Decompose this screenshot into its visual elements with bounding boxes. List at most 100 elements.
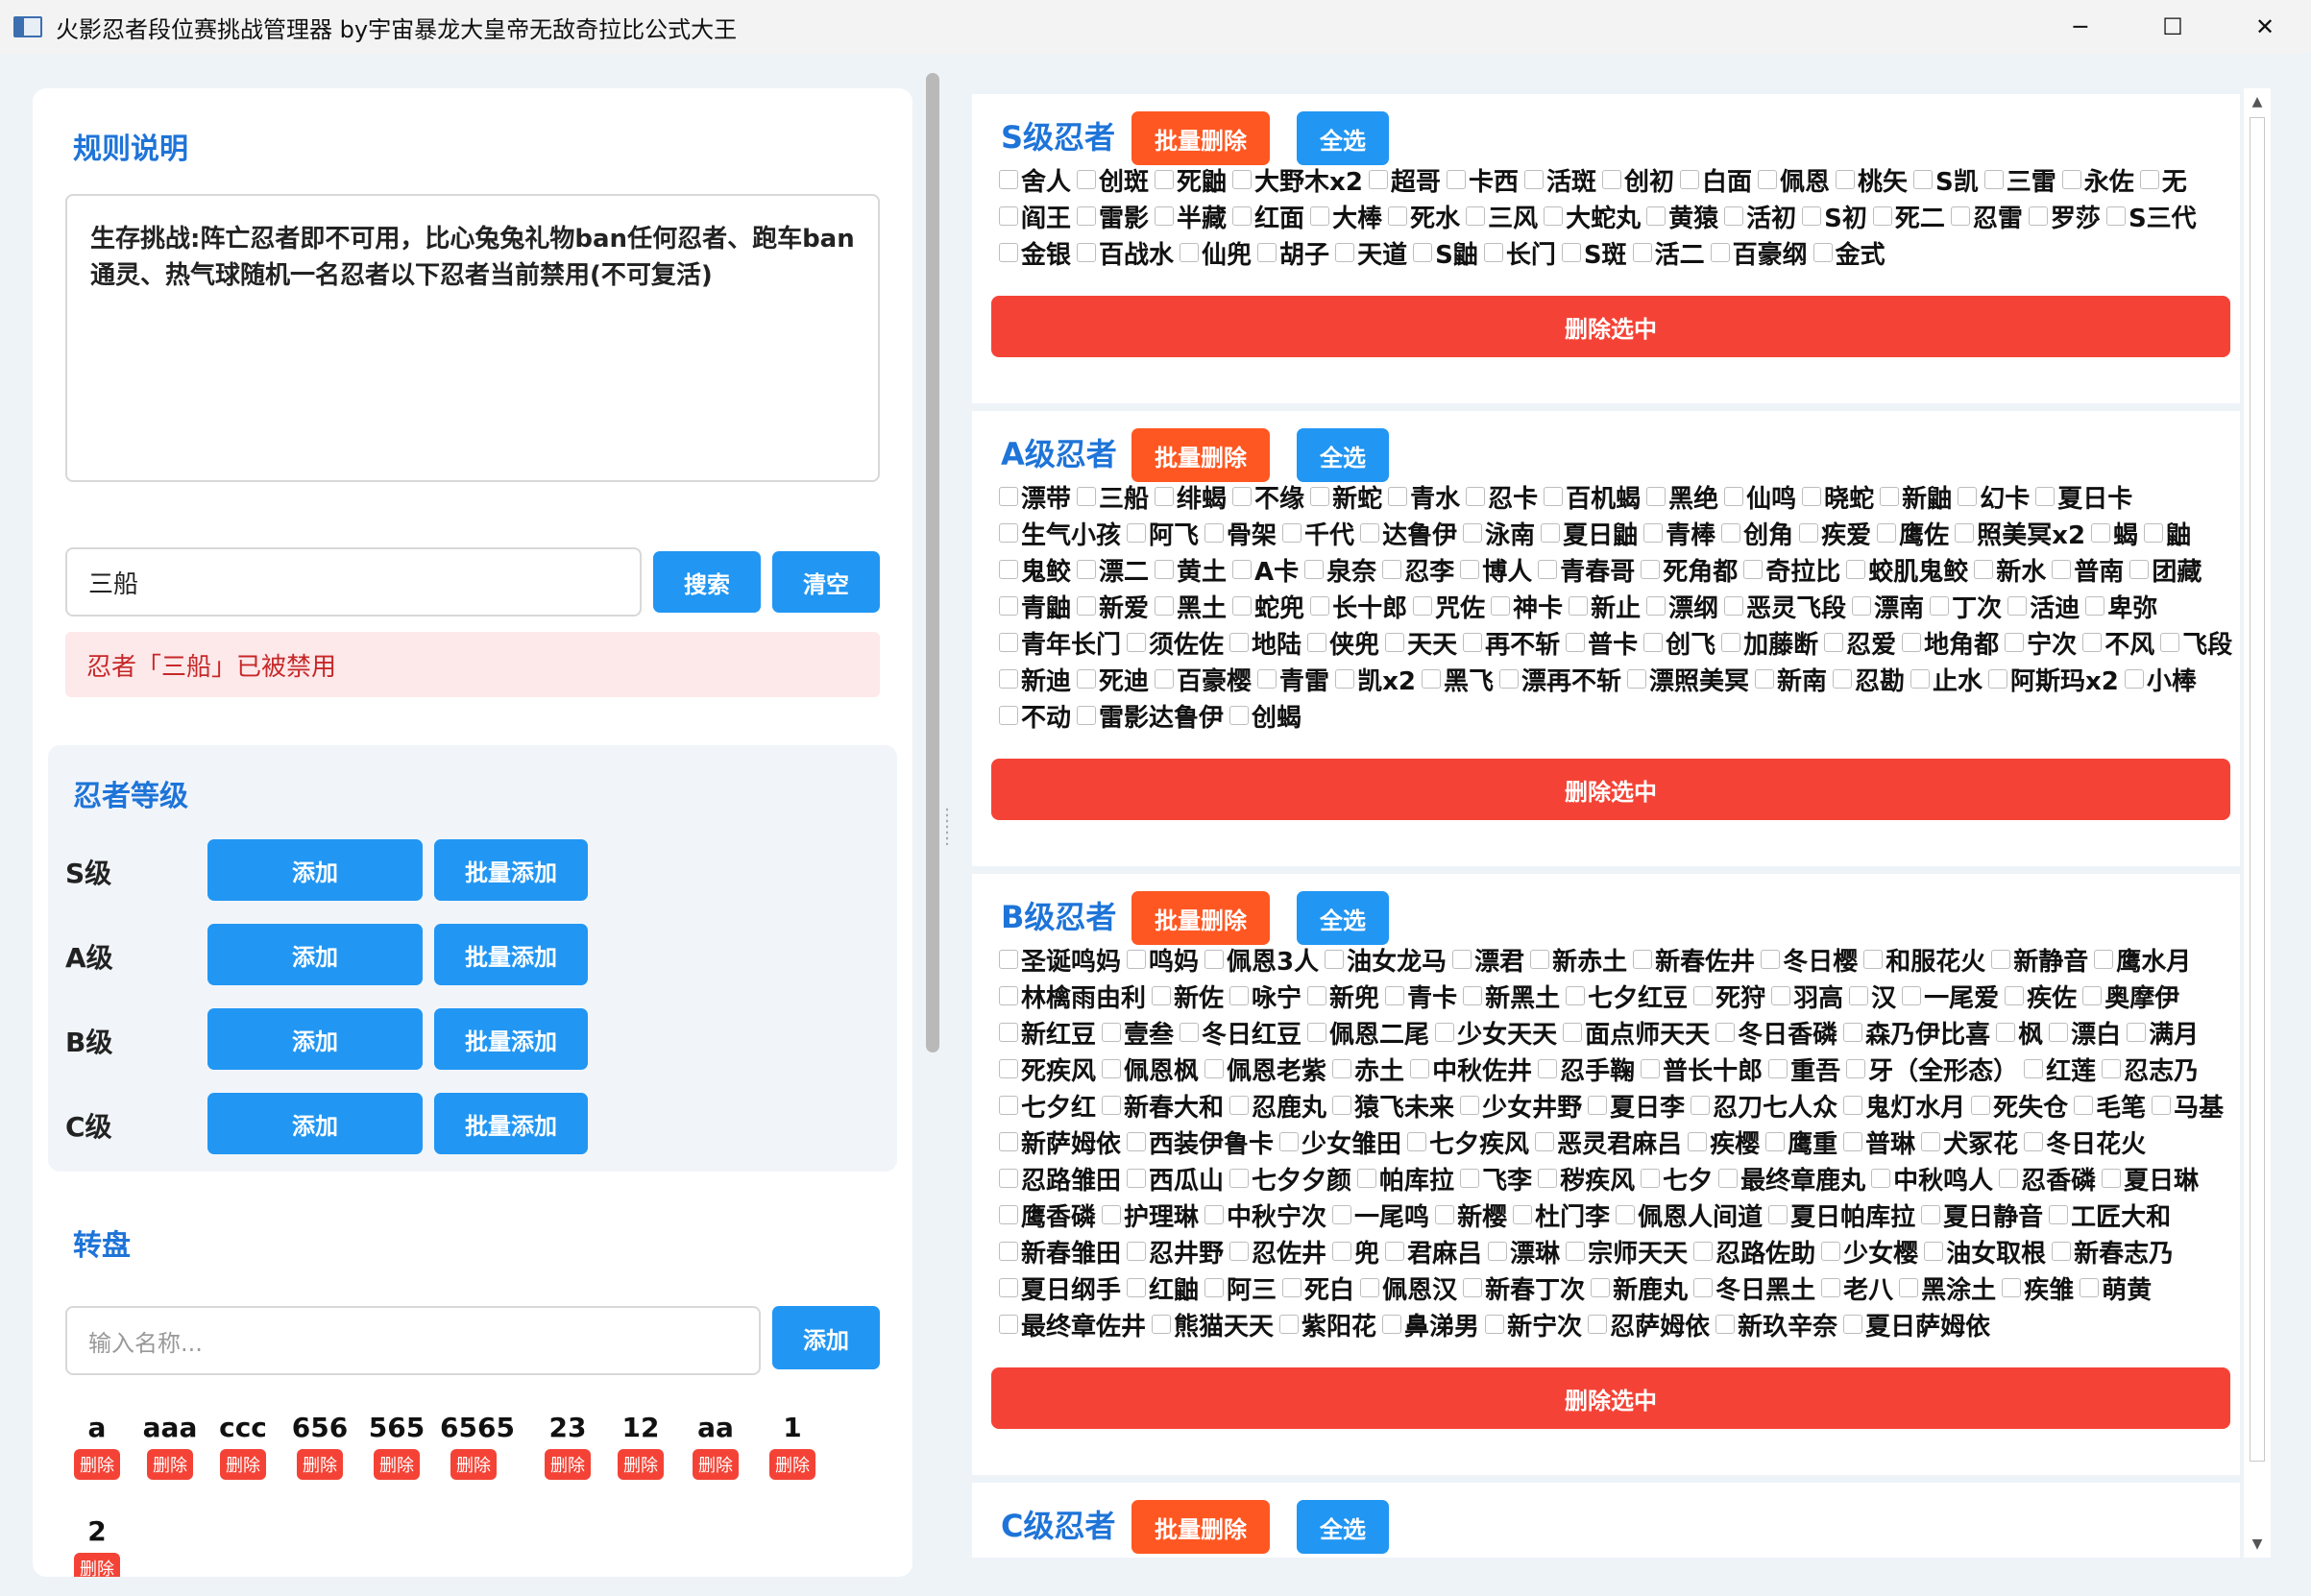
level-add-button[interactable]: 添加 [207,839,423,901]
ninja-checkbox[interactable] [1641,1059,1661,1078]
ninja-checkbox[interactable] [2035,487,2056,506]
ninja-item[interactable]: S三代 [2105,199,2197,234]
ninja-item[interactable]: 活初 [1724,199,1796,234]
ninja-item[interactable]: 仙兜 [1180,235,1252,271]
ninja-checkbox[interactable] [2052,560,2072,579]
wheel-item-delete-button[interactable]: 删除 [374,1449,420,1480]
ninja-item[interactable]: 泳南 [1463,516,1535,551]
ninja-checkbox[interactable] [1385,986,1405,1005]
ninja-checkbox[interactable] [1530,950,1550,969]
ninja-checkbox[interactable] [999,1278,1018,1297]
ninja-item[interactable]: 加藤断 [1721,625,1818,661]
ninja-item[interactable]: 鸣妈 [1127,942,1199,978]
ninja-item[interactable]: S鼬 [1413,235,1478,271]
ninja-checkbox[interactable] [1102,1096,1122,1115]
ninja-item[interactable]: 忍路佐助 [1693,1234,1815,1270]
ninja-checkbox[interactable] [1843,1315,1863,1334]
ninja-item[interactable]: 三雷 [1983,162,2056,198]
ninja-item[interactable]: 创初 [1601,162,1674,198]
ninja-item[interactable]: A卡 [1232,552,1299,588]
ninja-item[interactable]: 佩恩 [1758,162,1830,198]
ninja-item[interactable]: 恶灵君麻吕 [1535,1124,1682,1160]
ninja-item[interactable]: 神卡 [1491,589,1563,624]
ninja-item[interactable]: 新春雏田 [999,1234,1121,1270]
ninja-checkbox[interactable] [999,170,1018,189]
ninja-item[interactable]: 黄土 [1155,552,1227,588]
ninja-checkbox[interactable] [1880,487,1900,506]
ninja-item[interactable]: 帕库拉 [1357,1161,1454,1197]
ninja-item[interactable]: 晓蛇 [1802,479,1874,515]
ninja-item[interactable]: 紫阳花 [1279,1307,1376,1342]
ninja-checkbox[interactable] [1077,206,1097,226]
ninja-checkbox[interactable] [1538,560,1558,579]
ninja-checkbox[interactable] [2085,596,2105,616]
ninja-checkbox[interactable] [1761,950,1781,969]
ninja-item[interactable]: 咏宁 [1229,979,1301,1014]
ninja-checkbox[interactable] [2102,1169,2122,1188]
select-all-button[interactable]: 全选 [1297,428,1389,482]
ninja-item[interactable]: 秽疾风 [1538,1161,1635,1197]
ninja-item[interactable]: 蛇兜 [1232,589,1304,624]
ninja-checkbox[interactable] [1641,560,1661,579]
ninja-checkbox[interactable] [999,1059,1018,1078]
ninja-checkbox[interactable] [1385,1242,1405,1261]
ninja-item[interactable]: 青棒 [1643,516,1715,551]
ninja-item[interactable]: 骨架 [1204,516,1277,551]
ninja-item[interactable]: 大棒 [1310,199,1382,234]
ninja-item[interactable]: 创飞 [1643,625,1715,661]
ninja-item[interactable]: 创角 [1721,516,1793,551]
ninja-checkbox[interactable] [999,523,1018,543]
ninja-item[interactable]: 忍卡 [1466,479,1538,515]
ninja-item[interactable]: 七夕 [1641,1161,1713,1197]
ninja-checkbox[interactable] [1357,1169,1377,1188]
ninja-checkbox[interactable] [1452,950,1472,969]
ninja-checkbox[interactable] [1836,170,1856,189]
ninja-item[interactable]: 永佐 [2061,162,2134,198]
ninja-item[interactable]: 疾樱 [1688,1124,1760,1160]
ninja-checkbox[interactable] [1646,487,1666,506]
ninja-item[interactable]: 羽高 [1771,979,1843,1014]
ninja-item[interactable]: 忍李 [1382,552,1454,588]
level-batch-add-button[interactable]: 批量添加 [434,839,588,901]
ninja-checkbox[interactable] [2102,1059,2122,1078]
ninja-checkbox[interactable] [1466,206,1486,226]
ninja-checkbox[interactable] [1643,523,1664,543]
wheel-item-delete-button[interactable]: 删除 [545,1449,591,1480]
ninja-checkbox[interactable] [999,633,1018,652]
ninja-checkbox[interactable] [1229,986,1250,1005]
batch-delete-button[interactable]: 批量删除 [1131,1500,1270,1554]
ninja-item[interactable]: 金式 [1812,235,1885,271]
select-all-button[interactable]: 全选 [1297,1500,1389,1554]
ninja-item[interactable]: 咒佐 [1413,589,1485,624]
ninja-checkbox[interactable] [1566,1242,1586,1261]
ninja-checkbox[interactable] [2139,170,2159,189]
ninja-item[interactable]: 疾雏 [2002,1270,2074,1306]
ninja-checkbox[interactable] [1229,1242,1250,1261]
ninja-item[interactable]: 雷影 [1077,199,1149,234]
ninja-checkbox[interactable] [1924,1242,1944,1261]
ninja-checkbox[interactable] [1421,669,1441,689]
ninja-checkbox[interactable] [1102,1023,1122,1042]
ninja-checkbox[interactable] [999,706,1018,725]
ninja-item[interactable]: 新南 [1754,662,1827,697]
ninja-checkbox[interactable] [1846,560,1866,579]
ninja-item[interactable]: 工匠大和 [2049,1197,2171,1233]
ninja-item[interactable]: 新兜 [1307,979,1379,1014]
ninja-item[interactable]: 西瓜山 [1127,1161,1224,1197]
ninja-checkbox[interactable] [2028,206,2048,226]
ninja-checkbox[interactable] [1691,1096,1711,1115]
ninja-checkbox[interactable] [1899,1278,1919,1297]
ninja-item[interactable]: 忍佐井 [1229,1234,1326,1270]
ninja-item[interactable]: 满月 [2127,1015,2199,1051]
ninja-checkbox[interactable] [1077,243,1097,262]
ninja-checkbox[interactable] [1535,1132,1555,1151]
ninja-checkbox[interactable] [1523,170,1544,189]
ninja-checkbox[interactable] [1463,1278,1483,1297]
ninja-checkbox[interactable] [1718,1169,1739,1188]
ninja-item[interactable]: 犬冢花 [1921,1124,2018,1160]
ninja-item[interactable]: 新赤土 [1530,942,1627,978]
ninja-item[interactable]: 夏日静音 [1921,1197,2043,1233]
ninja-checkbox[interactable] [1824,633,1844,652]
batch-delete-button[interactable]: 批量删除 [1131,111,1270,165]
ninja-checkbox[interactable] [1538,1169,1558,1188]
